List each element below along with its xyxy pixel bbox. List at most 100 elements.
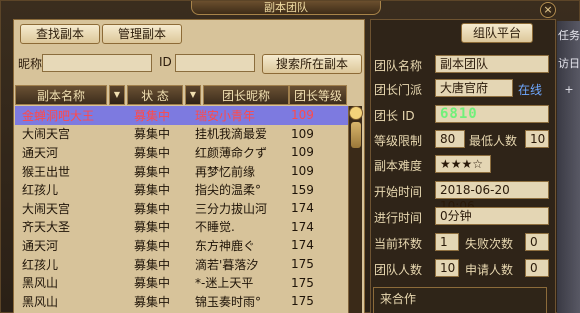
table-row[interactable]: 大闹天宫 募集中 挂机我滴最爱 109	[15, 125, 349, 144]
nickname-input[interactable]	[42, 54, 152, 72]
table-row[interactable]: 齐天大圣 募集中 不睡觉. 174	[15, 218, 349, 237]
state-cell: 募集中	[133, 183, 170, 198]
applicants-label: 申请人数	[465, 263, 514, 277]
dungeon-name-cell: 红孩儿	[22, 183, 59, 198]
leader-name-cell: 不睡觉.	[195, 220, 235, 235]
manage-dungeon-button[interactable]: 管理副本	[102, 24, 182, 44]
team-platform-button[interactable]: 组队平台	[461, 23, 533, 43]
leader-school-value: 大唐官府	[435, 79, 513, 97]
id-label: ID	[159, 55, 172, 69]
leader-school-label: 团长门派	[374, 83, 423, 97]
scroll-thumb[interactable]	[351, 122, 361, 148]
dungeon-name-cell: 黑风山	[22, 294, 59, 309]
dungeon-name-cell: 猴王出世	[22, 164, 71, 179]
leader-level-cell: 174	[291, 201, 314, 216]
side-tab-strip: 任务 访日 +	[557, 21, 580, 313]
dungeon-name-cell: 齐天大圣	[22, 220, 71, 235]
side-tab-task[interactable]: 任务	[557, 27, 580, 43]
table-row[interactable]: 猴王出世 募集中 再梦忆前缘 109	[15, 162, 349, 181]
nickname-label: 昵称	[18, 57, 43, 71]
state-cell: 募集中	[133, 294, 170, 309]
table-row[interactable]: 黑风山 募集中 *-迷上天平 175	[15, 273, 349, 292]
dungeon-name-cell: 大闹天宫	[22, 201, 71, 216]
current-rings-value: 1	[435, 233, 459, 251]
dungeon-name-cell: 通天河	[22, 238, 59, 253]
header-leader: 团长昵称	[203, 85, 289, 105]
leader-level-cell: 175	[291, 275, 314, 290]
difficulty-stars: ★★★☆	[435, 155, 491, 173]
min-people-label: 最低人数	[469, 134, 518, 148]
team-size-label: 团队人数	[374, 263, 423, 277]
start-time-value: 2018-06-20 10:06	[435, 181, 549, 213]
cooperation-section: 来合作	[373, 287, 547, 313]
leader-level-cell: 174	[291, 219, 314, 234]
header-dungeon-name: 副本名称	[15, 85, 107, 105]
dungeon-name-cell: 红孩儿	[22, 257, 59, 272]
leader-name-cell: *-迷上天平	[195, 276, 254, 291]
leader-name-cell: 东方神鹿ぐ	[195, 238, 256, 253]
leader-name-cell: 指尖的温柔°	[195, 183, 262, 198]
leader-level-cell: 159	[291, 182, 314, 197]
dungeon-list: 金蝉洞吧大王 募集中 瑞安小青年 109 大闹天宫 募集中 挂机我滴最爱 109 通天河 募集中红…	[15, 106, 349, 313]
team-size-value: 10	[435, 259, 459, 277]
table-row[interactable]: 金蝉洞吧大王 募集中 瑞安小青年 109	[15, 106, 349, 125]
header-state: 状 态	[127, 85, 183, 105]
table-row[interactable]: 红孩儿 募集中 指尖的温柔° 159	[15, 180, 349, 199]
team-name-label: 团队名称	[374, 59, 423, 73]
state-cell: 募集中	[133, 276, 170, 291]
level-limit-value: 80	[435, 130, 465, 148]
leader-name-cell: 锦玉奏时雨°	[195, 294, 262, 309]
scroll-up-button[interactable]	[349, 106, 363, 120]
elapsed-label: 进行时间	[374, 211, 423, 225]
leader-name-cell: 瑞安小青年	[195, 108, 256, 123]
sort-state-dropdown[interactable]: ▼	[185, 85, 201, 105]
state-cell: 募集中	[133, 145, 170, 160]
table-header: 副本名称 ▼ 状 态 ▼ 团长昵称 团长等级	[15, 85, 347, 105]
close-button[interactable]: ×	[540, 2, 556, 18]
dungeon-name-cell: 通天河	[22, 145, 59, 160]
elapsed-value: 0分钟	[435, 207, 549, 225]
id-input[interactable]	[175, 54, 255, 72]
state-cell: 募集中	[133, 238, 170, 253]
leader-level-cell: 175	[291, 294, 314, 309]
find-dungeon-button[interactable]: 查找副本	[20, 24, 100, 44]
applicants-value: 0	[525, 259, 549, 277]
table-row[interactable]: 通天河 募集中 红颜薄命クず 109	[15, 143, 349, 162]
sort-name-dropdown[interactable]: ▼	[109, 85, 125, 105]
dungeon-name-cell: 黑风山	[22, 276, 59, 291]
table-row[interactable]: 黑风山 募集中 锦玉奏时雨° 175	[15, 292, 349, 311]
leader-level-cell: 109	[291, 108, 314, 123]
leader-level-cell: 109	[291, 145, 314, 160]
fail-count-label: 失败次数	[465, 237, 514, 251]
state-cell: 募集中	[133, 257, 170, 272]
side-tab-visit[interactable]: 访日	[557, 55, 580, 71]
leader-level-cell: 109	[291, 126, 314, 141]
leader-level-cell: 175	[291, 257, 314, 272]
side-tab-plus[interactable]: +	[557, 83, 580, 96]
leader-name-cell: 再梦忆前缘	[195, 164, 256, 179]
table-row[interactable]: 红孩儿 募集中 滴若'暮落汐 175	[15, 255, 349, 274]
window-title: 副本团队	[191, 1, 381, 15]
leader-name-cell: 红颜薄命クず	[195, 145, 268, 160]
leader-level-cell: 174	[291, 238, 314, 253]
difficulty-label: 副本难度	[374, 159, 423, 173]
header-leader-level: 团长等级	[289, 85, 347, 105]
level-limit-label: 等级限制	[374, 134, 423, 148]
start-time-label: 开始时间	[374, 185, 423, 199]
state-cell: 募集中	[133, 108, 170, 123]
min-people-value: 10	[525, 130, 549, 148]
leader-id-value: 6810	[435, 105, 549, 123]
dungeon-name-cell: 大闹天宫	[22, 127, 71, 142]
leader-name-cell: 三分力拔山河	[195, 201, 268, 216]
team-name-value: 副本团队	[435, 55, 549, 73]
online-status: 在线	[518, 83, 543, 97]
leader-name-cell: 滴若'暮落汐	[195, 257, 259, 272]
state-cell: 募集中	[133, 220, 170, 235]
table-row[interactable]: 通天河 募集中 东方神鹿ぐ 174	[15, 236, 349, 255]
search-dungeon-button[interactable]: 搜索所在副本	[262, 54, 362, 74]
table-row[interactable]: 大闹天宫 募集中 三分力拔山河 174	[15, 199, 349, 218]
leader-id-label: 团长 ID	[374, 109, 415, 123]
leader-level-cell: 109	[291, 164, 314, 179]
dungeon-name-cell: 金蝉洞吧大王	[22, 108, 95, 123]
list-scrollbar[interactable]	[348, 106, 363, 313]
